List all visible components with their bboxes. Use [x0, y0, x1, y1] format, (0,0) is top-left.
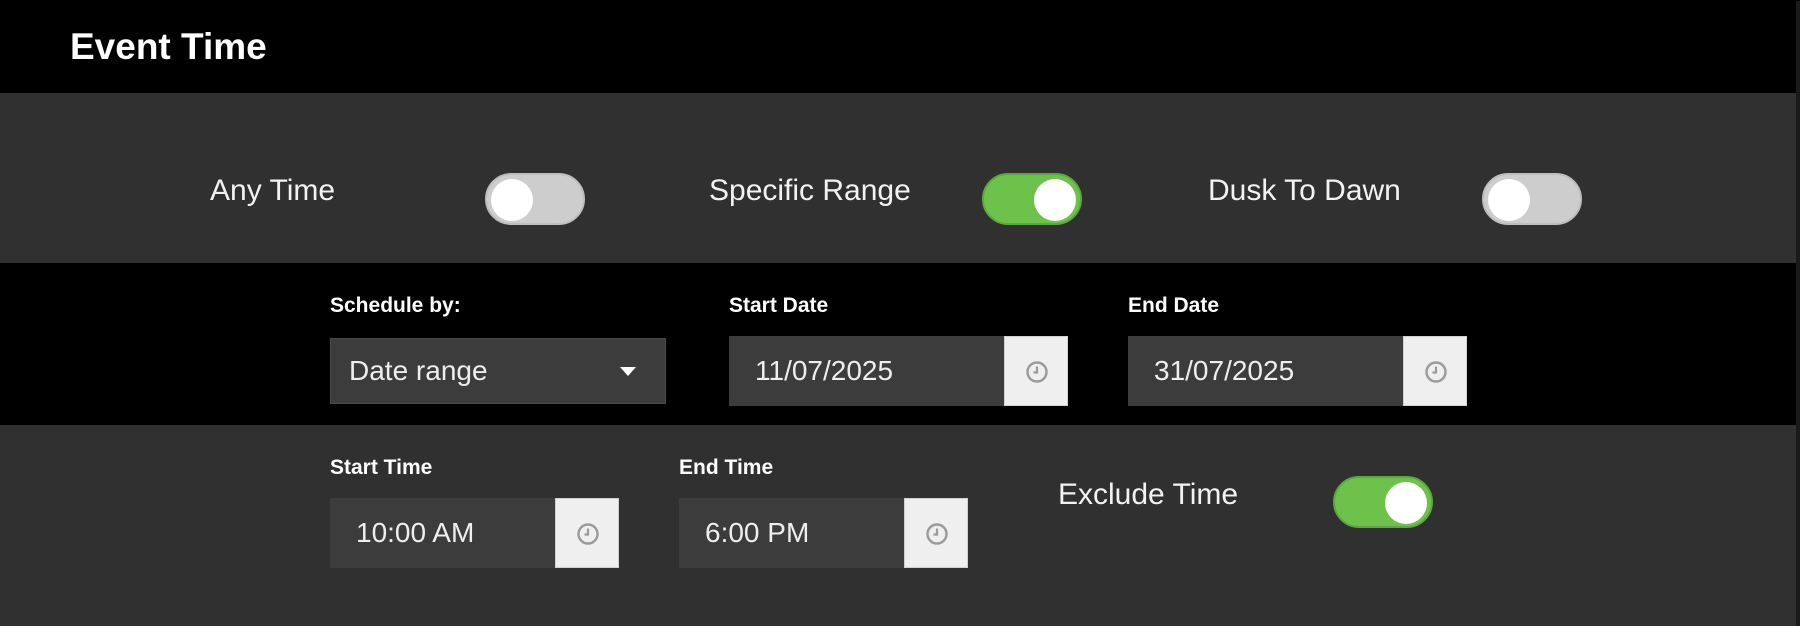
end-time-picker-button[interactable]: [904, 498, 968, 568]
start-date-input[interactable]: 11/07/2025: [729, 336, 1004, 406]
panel-title: Event Time: [70, 26, 267, 67]
end-time-label: End Time: [679, 456, 774, 479]
schedule-by-select[interactable]: Date range: [330, 338, 666, 404]
end-date-input[interactable]: 31/07/2025: [1128, 336, 1403, 406]
start-date-picker-button[interactable]: [1004, 336, 1068, 406]
clock-icon: [1026, 361, 1048, 383]
specific-range-toggle[interactable]: [982, 173, 1082, 225]
exclude-time-toggle[interactable]: [1333, 476, 1433, 528]
end-date-label: End Date: [1128, 294, 1220, 317]
toggle-knob: [491, 179, 533, 221]
time-mode-row: Any Time Specific Range Dusk To Dawn: [0, 93, 1796, 263]
dusk-to-dawn-label: Dusk To Dawn: [1208, 174, 1401, 207]
specific-range-label: Specific Range: [709, 174, 911, 207]
clock-icon: [1425, 361, 1447, 383]
schedule-by-value: Date range: [349, 355, 488, 386]
end-time-input[interactable]: 6:00 PM: [679, 498, 904, 568]
toggle-knob: [1488, 179, 1530, 221]
event-time-panel: Event Time Any Time Specific Range Dusk …: [0, 1, 1800, 627]
dusk-to-dawn-toggle[interactable]: [1482, 173, 1582, 225]
any-time-label: Any Time: [210, 174, 336, 207]
end-date-picker-button[interactable]: [1403, 336, 1467, 406]
start-time-picker-button[interactable]: [555, 498, 619, 568]
panel-edge: [1796, 1, 1800, 627]
caret-down-icon: [620, 367, 636, 376]
start-date-label: Start Date: [729, 294, 829, 317]
start-time-input[interactable]: 10:00 AM: [330, 498, 555, 568]
schedule-by-label: Schedule by:: [330, 294, 461, 317]
toggle-knob: [1034, 179, 1076, 221]
clock-icon: [926, 523, 948, 545]
panel-header: Event Time: [0, 1, 1796, 93]
exclude-time-label: Exclude Time: [1058, 478, 1239, 511]
start-time-label: Start Time: [330, 456, 433, 479]
toggle-knob: [1385, 482, 1427, 524]
clock-icon: [577, 523, 599, 545]
any-time-toggle[interactable]: [485, 173, 585, 225]
